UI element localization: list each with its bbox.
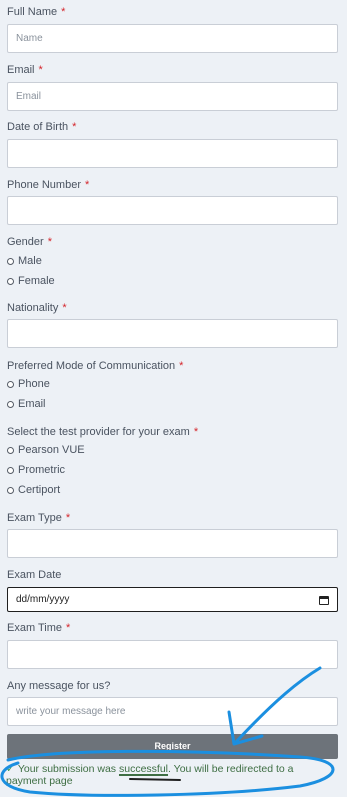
provider-option-prometric[interactable]: Prometric <box>7 464 65 477</box>
required-asterisk: * <box>62 302 67 314</box>
email-label: Email * <box>7 64 43 76</box>
gender-option-male[interactable]: Male <box>7 255 42 268</box>
nationality-label: Nationality * <box>7 302 67 314</box>
radio-circle-icon <box>7 447 14 454</box>
provider-option-pearson-vue[interactable]: Pearson VUE <box>7 444 85 457</box>
radio-circle-icon <box>7 487 14 494</box>
exam-type-input[interactable] <box>7 529 338 558</box>
communication-option-email[interactable]: Email <box>7 398 46 411</box>
exam-time-input[interactable] <box>7 640 338 669</box>
required-asterisk: * <box>66 622 71 634</box>
required-asterisk: * <box>38 64 43 76</box>
radio-circle-icon <box>7 381 14 388</box>
nationality-input[interactable] <box>7 319 338 348</box>
check-icon: ✓ <box>6 763 15 775</box>
exam-time-label: Exam Time * <box>7 622 71 634</box>
required-asterisk: * <box>47 236 52 248</box>
email-input[interactable]: Email <box>7 82 338 111</box>
gender-option-female[interactable]: Female <box>7 275 55 288</box>
required-asterisk: * <box>179 360 184 372</box>
full-name-input[interactable]: Name <box>7 24 338 53</box>
communication-label: Preferred Mode of Communication * <box>7 360 184 372</box>
exam-date-label: Exam Date <box>7 569 62 581</box>
success-highlight: successful <box>118 763 169 775</box>
exam-date-value: dd/mm/yyyy <box>16 594 70 605</box>
dob-input[interactable] <box>7 139 338 168</box>
required-asterisk: * <box>61 6 66 18</box>
success-message: ✓ Your submission was successful. You wil… <box>6 763 336 787</box>
annotation-overlay <box>0 666 335 797</box>
required-asterisk: * <box>85 179 90 191</box>
full-name-label: Full Name * <box>7 6 66 18</box>
provider-option-certiport[interactable]: Certiport <box>7 484 60 497</box>
exam-type-label: Exam Type * <box>7 512 71 524</box>
register-button[interactable]: Register <box>7 734 338 759</box>
calendar-icon[interactable] <box>319 596 329 605</box>
provider-label: Select the test provider for your exam * <box>7 426 199 438</box>
dob-label: Date of Birth * <box>7 121 77 133</box>
radio-circle-icon <box>7 278 14 285</box>
phone-input[interactable] <box>7 196 338 225</box>
required-asterisk: * <box>72 121 77 133</box>
exam-date-input[interactable]: dd/mm/yyyy <box>7 587 338 612</box>
required-asterisk: * <box>193 426 199 438</box>
radio-circle-icon <box>7 258 14 265</box>
required-asterisk: * <box>65 512 71 524</box>
radio-circle-icon <box>7 467 14 474</box>
gender-label: Gender * <box>7 236 52 248</box>
radio-circle-icon <box>7 401 14 408</box>
message-label: Any message for us? <box>7 680 111 692</box>
success-text-start: Your submission was <box>17 763 119 775</box>
phone-label: Phone Number * <box>7 179 90 191</box>
message-textarea[interactable]: write your message here <box>7 697 338 726</box>
communication-option-phone[interactable]: Phone <box>7 378 50 391</box>
